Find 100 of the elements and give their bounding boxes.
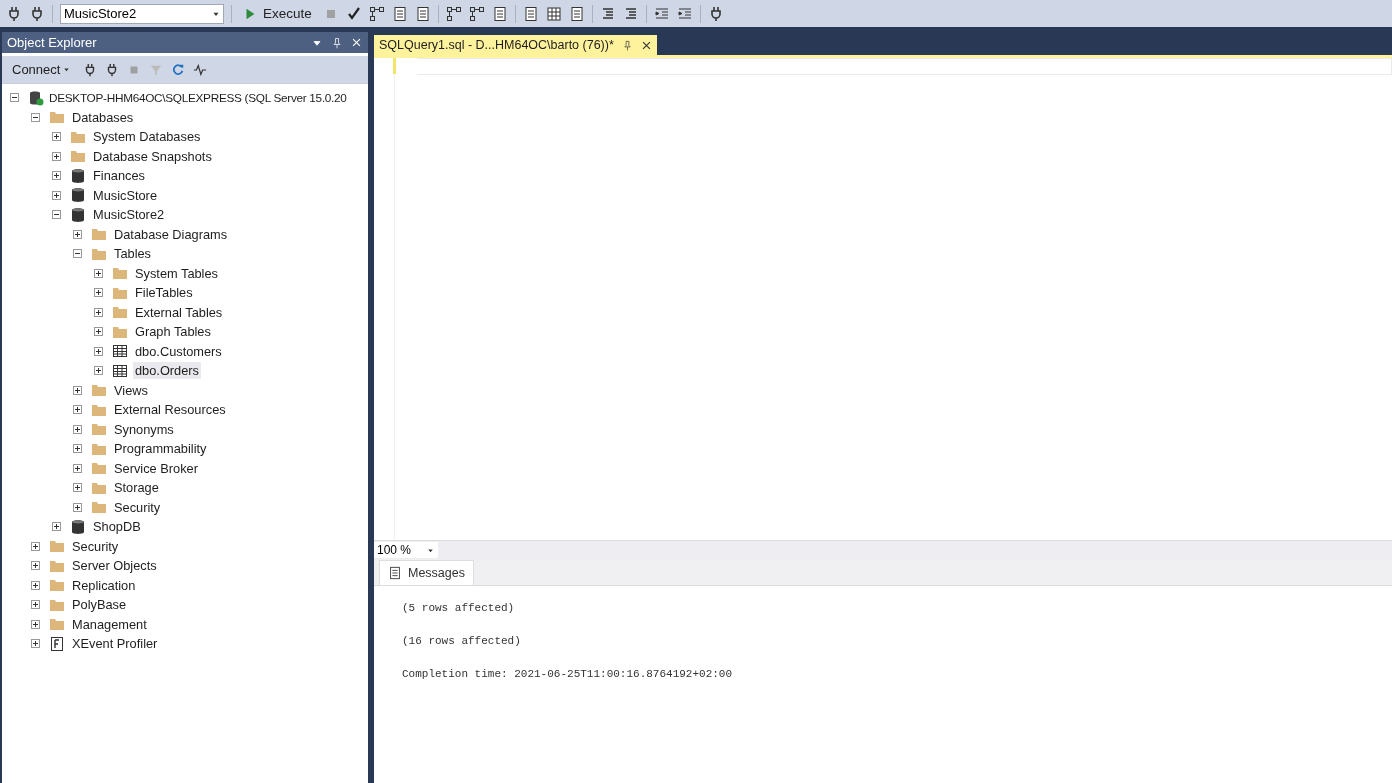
nodes-icon[interactable] bbox=[445, 5, 462, 22]
tree-item[interactable]: Synonyms bbox=[112, 420, 176, 438]
document-icon[interactable] bbox=[414, 5, 431, 22]
expand-toggle[interactable] bbox=[73, 502, 82, 512]
folder-icon bbox=[91, 460, 107, 477]
expand-toggle[interactable] bbox=[73, 444, 82, 454]
tree-item[interactable]: DESKTOP-HHM64OC\SQLEXPRESS (SQL Server 15.0.20 bbox=[49, 89, 347, 106]
tree-item[interactable]: Graph Tables bbox=[133, 323, 213, 341]
tree-item[interactable]: External Resources bbox=[112, 401, 228, 419]
execute-button[interactable]: Execute bbox=[239, 6, 316, 21]
expand-toggle[interactable] bbox=[73, 229, 82, 239]
indent-icon[interactable] bbox=[676, 5, 693, 22]
pin-icon[interactable] bbox=[621, 39, 633, 51]
tree-item[interactable]: ShopDB bbox=[91, 518, 143, 536]
checkmark-icon[interactable] bbox=[345, 5, 362, 22]
indent-icon[interactable] bbox=[653, 5, 670, 22]
results-tab[interactable]: Messages bbox=[379, 560, 474, 585]
tree-item[interactable]: Database Diagrams bbox=[112, 225, 230, 243]
database-icon bbox=[70, 518, 86, 535]
tree-item[interactable]: External Tables bbox=[133, 303, 225, 321]
tree-item[interactable]: dbo.Orders bbox=[133, 362, 202, 380]
expand-toggle[interactable] bbox=[52, 171, 61, 181]
tree-item[interactable]: MusicStore bbox=[91, 186, 159, 204]
folder-icon bbox=[49, 538, 65, 555]
tree-item[interactable]: Finances bbox=[91, 167, 147, 185]
expand-toggle[interactable] bbox=[73, 483, 82, 493]
expand-toggle[interactable] bbox=[52, 132, 61, 142]
tab-title: SQLQuery1.sql - D...HM64OC\barto (76))* bbox=[379, 38, 614, 52]
tree-item[interactable]: System Tables bbox=[133, 264, 220, 282]
expand-toggle[interactable] bbox=[31, 561, 40, 571]
zoom-dropdown[interactable]: 100 % bbox=[374, 542, 438, 558]
document-icon[interactable] bbox=[522, 5, 539, 22]
database-icon bbox=[70, 187, 86, 204]
message-line: Completion time: 2021-06-25T11:00:16.8764192+02:00 bbox=[402, 668, 733, 680]
document-icon[interactable] bbox=[391, 5, 408, 22]
tree-item[interactable]: Service Broker bbox=[112, 459, 200, 477]
tree-item[interactable]: Databases bbox=[70, 108, 136, 126]
message-line: (5 rows affected) bbox=[402, 602, 515, 614]
expand-toggle[interactable] bbox=[73, 424, 82, 434]
expand-toggle[interactable] bbox=[31, 600, 40, 610]
expand-toggle[interactable] bbox=[73, 463, 82, 473]
activity-icon[interactable] bbox=[193, 62, 208, 77]
document-tab[interactable]: SQLQuery1.sql - D...HM64OC\barto (76))* bbox=[374, 35, 657, 55]
tree-item[interactable]: FileTables bbox=[133, 284, 195, 302]
tree-item[interactable]: Server Objects bbox=[70, 557, 159, 575]
expand-toggle[interactable] bbox=[94, 366, 103, 376]
close-icon[interactable] bbox=[351, 37, 362, 48]
nodes-icon[interactable] bbox=[368, 5, 385, 22]
tree-item[interactable]: PolyBase bbox=[70, 596, 129, 614]
document-icon[interactable] bbox=[491, 5, 508, 22]
folder-icon bbox=[49, 616, 65, 633]
document-icon[interactable] bbox=[568, 5, 585, 22]
tree-item[interactable]: Views bbox=[112, 381, 150, 399]
folder-icon bbox=[49, 577, 65, 594]
grid-icon[interactable] bbox=[545, 5, 562, 22]
tree-item[interactable]: Programmability bbox=[112, 440, 209, 458]
collapse-toggle[interactable] bbox=[31, 112, 40, 122]
folder-icon bbox=[112, 304, 128, 321]
expand-toggle[interactable] bbox=[94, 268, 103, 278]
caret-icon bbox=[62, 65, 72, 74]
expand-toggle[interactable] bbox=[73, 385, 82, 395]
expand-toggle[interactable] bbox=[31, 541, 40, 551]
tree-item[interactable]: Storage bbox=[112, 479, 161, 497]
expand-toggle[interactable] bbox=[52, 151, 61, 161]
close-icon[interactable] bbox=[640, 39, 652, 51]
tree-item[interactable]: XEvent Profiler bbox=[70, 635, 160, 653]
database-dropdown[interactable]: MusicStore2 bbox=[60, 3, 224, 24]
connect-button[interactable]: Connect bbox=[8, 62, 76, 77]
expand-toggle[interactable] bbox=[31, 639, 40, 649]
pin-icon[interactable] bbox=[331, 36, 343, 49]
tree-item[interactable]: Replication bbox=[70, 576, 138, 594]
tree-item[interactable]: Management bbox=[70, 615, 149, 633]
expand-toggle[interactable] bbox=[52, 190, 61, 200]
expand-toggle[interactable] bbox=[73, 405, 82, 415]
folder-icon bbox=[91, 226, 107, 243]
collapse-toggle[interactable] bbox=[52, 210, 61, 220]
refresh-icon[interactable] bbox=[171, 62, 186, 77]
expand-toggle[interactable] bbox=[94, 307, 103, 317]
table-grid-icon bbox=[112, 343, 128, 360]
tree-item[interactable]: Security bbox=[112, 498, 163, 516]
expand-toggle[interactable] bbox=[31, 580, 40, 590]
tree-item[interactable]: Database Snapshots bbox=[91, 147, 214, 165]
expand-toggle[interactable] bbox=[94, 288, 103, 298]
expand-toggle[interactable] bbox=[94, 346, 103, 356]
tree-item[interactable]: Security bbox=[70, 537, 121, 555]
expand-toggle[interactable] bbox=[52, 522, 61, 532]
plug-icon[interactable] bbox=[29, 5, 45, 22]
tree-item[interactable]: System Databases bbox=[91, 128, 203, 146]
nodes-icon[interactable] bbox=[468, 5, 485, 22]
collapse-toggle[interactable] bbox=[73, 249, 82, 259]
tree-item[interactable]: MusicStore2 bbox=[91, 206, 167, 224]
expand-toggle[interactable] bbox=[94, 327, 103, 337]
expand-toggle[interactable] bbox=[31, 619, 40, 629]
tree-item[interactable]: Tables bbox=[112, 245, 153, 263]
server-icon bbox=[28, 89, 44, 106]
collapse-toggle[interactable] bbox=[10, 93, 19, 103]
database-icon bbox=[70, 206, 86, 223]
tree-item[interactable]: dbo.Customers bbox=[133, 342, 224, 360]
folder-icon bbox=[112, 265, 128, 282]
folder-icon bbox=[70, 148, 86, 165]
